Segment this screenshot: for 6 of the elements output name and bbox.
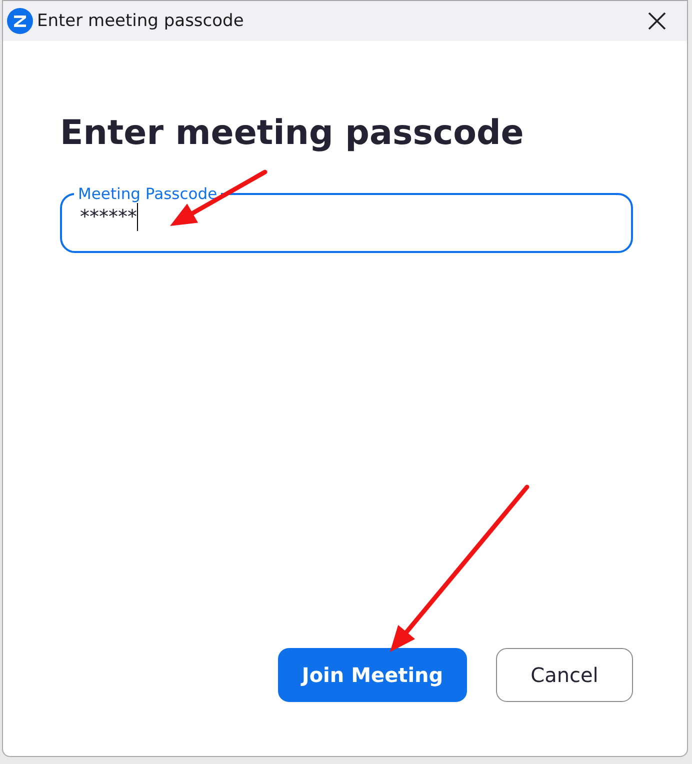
dialog-heading: Enter meeting passcode	[60, 113, 525, 153]
app-logo-icon	[7, 8, 33, 34]
join-meeting-button[interactable]: Join Meeting	[278, 648, 467, 702]
close-icon	[648, 12, 666, 30]
cancel-button[interactable]: Cancel	[496, 648, 633, 702]
window-title: Enter meeting passcode	[37, 11, 245, 31]
